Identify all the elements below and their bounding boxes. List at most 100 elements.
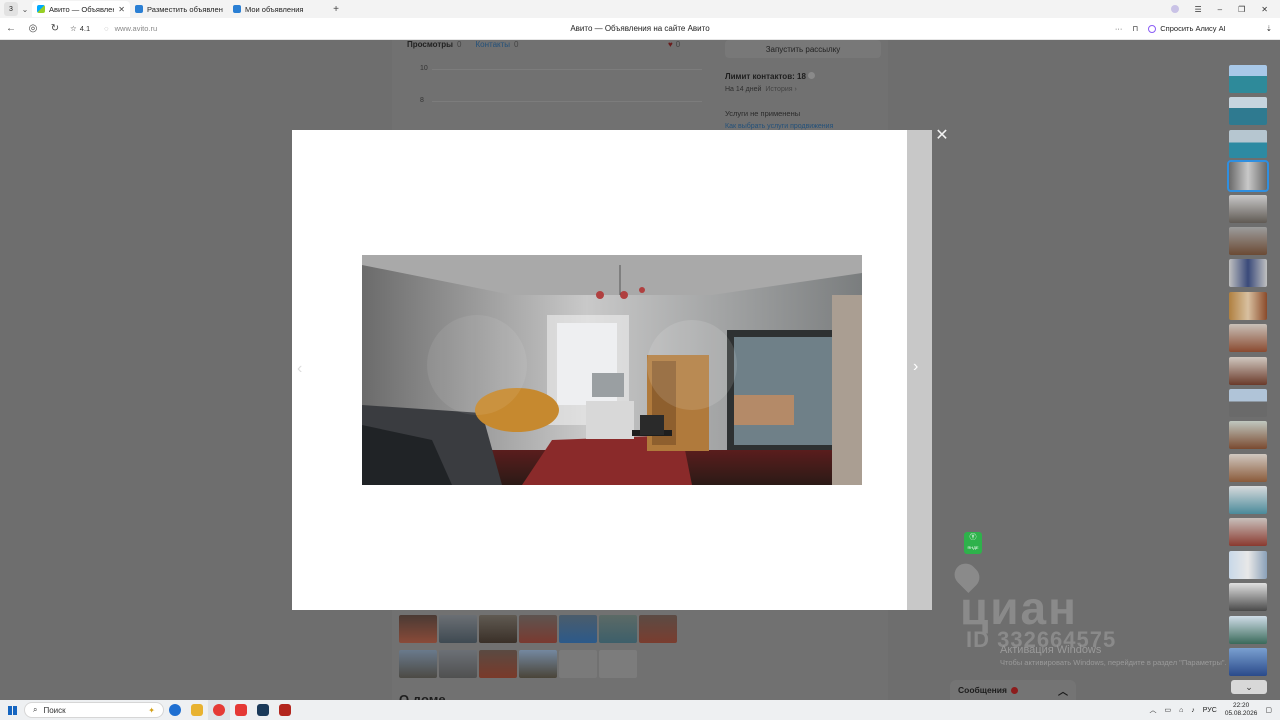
tray-chevron-icon[interactable]: ︿ (1149, 705, 1156, 715)
photo-thumb[interactable] (479, 615, 517, 643)
close-icon[interactable]: ✕ (933, 127, 951, 145)
yandex-home-icon[interactable]: ◎ (22, 23, 44, 34)
dota-icon[interactable] (274, 700, 296, 720)
photo-thumb[interactable] (439, 615, 477, 643)
battery-icon[interactable]: ▭ (1164, 706, 1171, 714)
avito-favicon-icon (233, 5, 241, 13)
tab-my-ads[interactable]: Мои объявления (228, 1, 328, 17)
gallery-thumb[interactable] (1229, 97, 1267, 126)
reload-icon[interactable]: ↻ (44, 23, 66, 34)
room-photo (362, 255, 862, 485)
site-rating[interactable]: ☆ 4.1 (70, 24, 90, 33)
tab-contacts[interactable]: Контакты 0 (475, 40, 518, 49)
photo-thumb[interactable] (399, 650, 437, 678)
url-field[interactable]: ◌ www.avito.ru (104, 24, 157, 33)
start-mailing-button[interactable]: Запустить рассылку (725, 40, 881, 58)
photo-thumb[interactable] (439, 650, 477, 678)
chevron-up-icon[interactable]: ︿ (1058, 683, 1068, 698)
tab-label: Авито — Объявления н (49, 4, 114, 14)
yandex-market-badge[interactable]: Ⓨ ЯНДЕ (964, 532, 982, 554)
tab-close-icon[interactable]: ✕ (118, 5, 125, 14)
star-icon: ☆ (70, 24, 77, 33)
restore-icon[interactable]: ❐ (1238, 5, 1245, 14)
info-icon[interactable] (808, 72, 816, 79)
profile-icon[interactable] (1170, 5, 1179, 13)
volume-icon[interactable]: ♪ (1191, 707, 1195, 714)
windows-taskbar: ⌕ Поиск ✦ ︿ ▭ ⌂ ♪ РУС 22:20 05.08.2026 ▢ (0, 700, 1280, 720)
taskbar-search-input[interactable]: ⌕ Поиск ✦ (24, 702, 164, 718)
copilot-sparkle-icon: ✦ (148, 705, 155, 715)
contact-limit: Лимит контактов: 18 (725, 72, 816, 81)
gallery-thumb[interactable] (1229, 583, 1267, 612)
gallery-thumb-selected[interactable] (1227, 160, 1269, 193)
photo-thumb[interactable] (479, 650, 517, 678)
network-icon[interactable]: ⌂ (1179, 707, 1183, 714)
notifications-icon[interactable]: ▢ (1265, 706, 1272, 714)
chevron-down-icon[interactable]: ⌄ (1231, 680, 1267, 694)
steam-icon[interactable] (252, 700, 274, 720)
back-arrow-icon[interactable]: ← (0, 23, 22, 34)
gallery-thumb[interactable] (1229, 486, 1267, 515)
gallery-thumb[interactable] (1229, 615, 1267, 644)
start-button[interactable] (0, 700, 24, 720)
history-link[interactable]: История › (765, 86, 796, 93)
task-view-icon[interactable] (164, 700, 186, 720)
tab-avito-listings[interactable]: Авито — Объявления н ✕ (32, 1, 130, 17)
browser-tab-strip: 3 ⌄ Авито — Объявления н ✕ Разместить об… (0, 0, 1280, 18)
photo-thumb-row (399, 650, 637, 678)
tab-list-chevron-icon[interactable]: ⌄ (18, 5, 32, 14)
downloads-icon[interactable]: ⇣ (1266, 24, 1272, 33)
section-heading: О доме (399, 692, 446, 700)
windows-activation-notice: Активация Windows Чтобы активировать Win… (1000, 644, 1227, 667)
gallery-thumb[interactable] (1229, 356, 1267, 385)
avito-favicon-icon (37, 5, 45, 13)
room-photo-illustration (362, 255, 862, 485)
menu-icon[interactable]: ☰ (1195, 5, 1202, 14)
next-photo-icon[interactable]: › (913, 358, 918, 376)
gallery-thumb[interactable] (1229, 453, 1267, 482)
new-tab-button[interactable]: + (328, 4, 344, 15)
gallery-thumb[interactable] (1229, 259, 1267, 288)
clock[interactable]: 22:20 05.08.2026 (1225, 702, 1258, 718)
input-language[interactable]: РУС (1203, 707, 1217, 714)
services-how-link[interactable]: Как выбрать услуги продвижения (725, 123, 833, 130)
gallery-thumb[interactable] (1229, 291, 1267, 320)
gallery-thumb[interactable] (1229, 194, 1267, 223)
tab-views[interactable]: Просмотры 0 (407, 40, 461, 49)
tab-post-ad[interactable]: Разместить объявление (130, 1, 228, 17)
gallery-thumb[interactable] (1229, 129, 1267, 158)
photo-thumb[interactable] (599, 650, 637, 678)
messages-panel[interactable]: Сообщения ︿ (950, 680, 1076, 700)
photo-thumb[interactable] (399, 615, 437, 643)
file-explorer-icon[interactable] (186, 700, 208, 720)
photo-thumb[interactable] (519, 615, 557, 643)
more-icon[interactable]: ··· (1115, 24, 1123, 33)
gallery-thumb[interactable] (1229, 65, 1267, 93)
y-axis-label: 10 (420, 65, 428, 72)
gallery-thumb[interactable] (1229, 648, 1267, 677)
gallery-thumb[interactable] (1229, 421, 1267, 450)
window-controls: ☰ – ❐ ✕ (1170, 0, 1280, 18)
photo-thumb-row (399, 615, 677, 643)
photo-thumb[interactable] (599, 615, 637, 643)
tab-count-badge[interactable]: 3 (4, 2, 18, 16)
prev-photo-icon[interactable]: ‹ (297, 360, 302, 378)
gallery-thumb[interactable] (1229, 388, 1267, 417)
gallery-thumb[interactable] (1229, 226, 1267, 255)
ask-alice-button[interactable]: Спросить Алису AI (1148, 24, 1226, 33)
photo-thumb[interactable] (639, 615, 677, 643)
photo-thumb[interactable] (559, 650, 597, 678)
yandex-browser-icon[interactable] (208, 700, 230, 720)
close-window-icon[interactable]: ✕ (1261, 5, 1268, 14)
gallery-thumb[interactable] (1229, 550, 1267, 579)
photo-thumb[interactable] (559, 615, 597, 643)
yandex-icon[interactable] (230, 700, 252, 720)
grid-line (432, 69, 702, 70)
minimize-icon[interactable]: – (1218, 5, 1222, 14)
unread-dot (1011, 686, 1018, 694)
gallery-thumb[interactable] (1229, 518, 1267, 547)
gallery-thumb[interactable] (1229, 324, 1267, 353)
photo-thumb[interactable] (519, 650, 557, 678)
limit-period: На 14 дней История › (725, 86, 797, 93)
bookmark-icon[interactable]: ⊓ (1132, 24, 1138, 33)
